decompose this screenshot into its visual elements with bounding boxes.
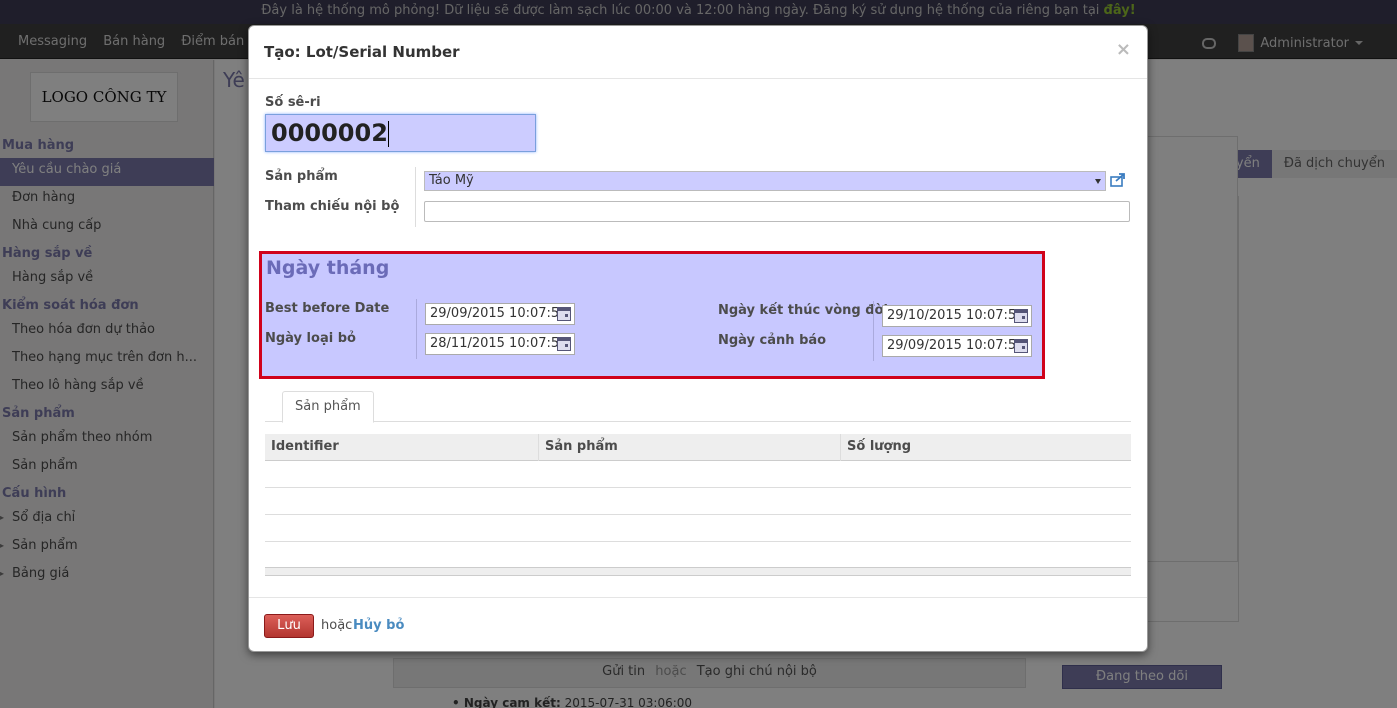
removal-date-input[interactable]: 28/11/2015 10:07:50	[425, 333, 575, 355]
close-icon[interactable]: ×	[1116, 39, 1131, 60]
calendar-icon[interactable]	[557, 307, 571, 321]
tab-strip	[265, 421, 1131, 422]
removal-date-label: Ngày loại bỏ	[265, 331, 356, 346]
dialog-title: Tạo: Lot/Serial Number	[264, 43, 460, 61]
chevron-down-icon	[1095, 179, 1101, 184]
table-row	[265, 487, 1131, 488]
column-identifier[interactable]: Identifier	[265, 434, 538, 461]
text-cursor	[387, 121, 389, 147]
or-text: hoặc	[321, 618, 353, 633]
save-button[interactable]: Lưu	[264, 614, 314, 638]
internal-ref-label: Tham chiếu nội bộ	[265, 199, 400, 214]
product-select-value: Táo Mỹ	[429, 173, 474, 188]
grid-footer	[265, 567, 1131, 576]
best-before-date-input[interactable]: 29/09/2015 10:07:50	[425, 303, 575, 325]
removal-date-value: 28/11/2015 10:07:50	[430, 336, 568, 351]
end-of-life-date-value: 29/10/2015 10:07:50	[887, 308, 1025, 323]
product-label: Sản phẩm	[265, 169, 338, 184]
serial-number-input[interactable]: 0000002	[265, 114, 536, 152]
end-of-life-date-input[interactable]: 29/10/2015 10:07:50	[882, 305, 1032, 327]
field-divider	[415, 167, 416, 227]
tab-products[interactable]: Sản phẩm	[282, 391, 374, 423]
serial-label: Số sê-ri	[265, 95, 321, 110]
calendar-icon[interactable]	[557, 337, 571, 351]
alert-date-input[interactable]: 29/09/2015 10:07:50	[882, 335, 1032, 357]
dates-group-title: Ngày tháng	[266, 257, 390, 279]
dialog-header: Tạo: Lot/Serial Number ×	[249, 26, 1147, 79]
calendar-icon[interactable]	[1014, 309, 1028, 323]
external-link-icon[interactable]	[1110, 173, 1126, 187]
product-select[interactable]: Táo Mỹ	[424, 171, 1106, 191]
table-row	[265, 514, 1131, 515]
dialog-footer: Lưu hoặc Hủy bỏ	[249, 597, 1147, 651]
calendar-icon[interactable]	[1014, 339, 1028, 353]
end-of-life-label: Ngày kết thúc vòng đời	[718, 303, 888, 318]
best-before-date-value: 29/09/2015 10:07:50	[430, 306, 568, 321]
table-row	[265, 541, 1131, 542]
cancel-link[interactable]: Hủy bỏ	[353, 618, 404, 633]
column-quantity[interactable]: Số lượng	[840, 434, 1131, 461]
dates-group: Ngày tháng Best before Date Ngày loại bỏ…	[259, 251, 1045, 379]
alert-date-label: Ngày cảnh báo	[718, 333, 827, 348]
dates-divider-right	[873, 301, 874, 361]
alert-date-value: 29/09/2015 10:07:50	[887, 338, 1025, 353]
grid-header: Identifier Sản phẩm Số lượng	[265, 434, 1131, 461]
create-lot-dialog: Tạo: Lot/Serial Number × Số sê-ri 000000…	[248, 25, 1148, 652]
internal-ref-input[interactable]	[424, 201, 1130, 222]
column-product[interactable]: Sản phẩm	[538, 434, 840, 461]
dates-divider-left	[416, 299, 417, 359]
serial-number-value: 0000002	[271, 119, 388, 147]
best-before-label: Best before Date	[265, 301, 390, 316]
